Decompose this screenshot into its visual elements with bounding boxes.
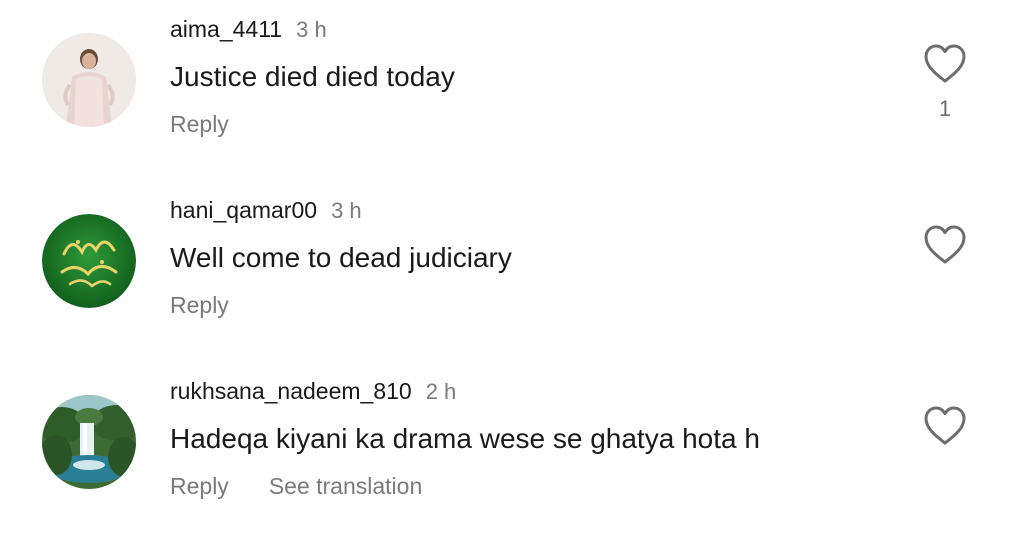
like-button[interactable] [924, 44, 966, 84]
comment-actions: Reply See translation [170, 473, 422, 500]
comment-actions: Reply [170, 111, 229, 138]
username[interactable]: aima_4411 [170, 16, 282, 42]
comment-text: Justice died died today [170, 61, 455, 92]
like-count: 1 [938, 96, 952, 121]
comment-text: Hadeqa kiyani ka drama wese se ghatya ho… [170, 423, 760, 454]
username[interactable]: hani_qamar00 [170, 197, 317, 223]
comment-item: aima_4411 3 h Justice died died today Rep… [0, 0, 1024, 150]
comment-item: rukhsana_nadeem_810 2 h Hadeqa kiyani ka … [0, 362, 1024, 512]
timestamp: 3 h [331, 198, 362, 223]
profile-photo-waterfall-icon [42, 395, 136, 489]
comment-actions: Reply [170, 292, 229, 319]
like-button[interactable] [924, 406, 966, 446]
profile-photo-woman-icon [42, 33, 136, 127]
avatar[interactable] [42, 33, 136, 127]
comment-header: hani_qamar00 3 h [170, 197, 362, 227]
comment-header: aima_4411 3 h [170, 16, 327, 46]
avatar[interactable] [42, 214, 136, 308]
avatar[interactable] [42, 395, 136, 489]
reply-button[interactable]: Reply [170, 292, 229, 318]
heart-outline-icon [924, 44, 966, 83]
heart-outline-icon [924, 406, 966, 445]
see-translation-button[interactable]: See translation [269, 473, 422, 499]
profile-photo-calligraphy-icon [42, 214, 136, 308]
comments-list: aima_4411 3 h Justice died died today Rep… [0, 0, 1024, 548]
reply-button[interactable]: Reply [170, 111, 229, 137]
heart-outline-icon [924, 225, 966, 264]
username[interactable]: rukhsana_nadeem_810 [170, 378, 412, 404]
comment-text: Well come to dead judiciary [170, 242, 512, 273]
comment-header: rukhsana_nadeem_810 2 h [170, 378, 456, 408]
reply-button[interactable]: Reply [170, 473, 229, 499]
like-button[interactable] [924, 225, 966, 265]
timestamp: 3 h [296, 17, 327, 42]
comment-item: hani_qamar00 3 h Well come to dead judici… [0, 181, 1024, 331]
timestamp: 2 h [425, 379, 457, 404]
